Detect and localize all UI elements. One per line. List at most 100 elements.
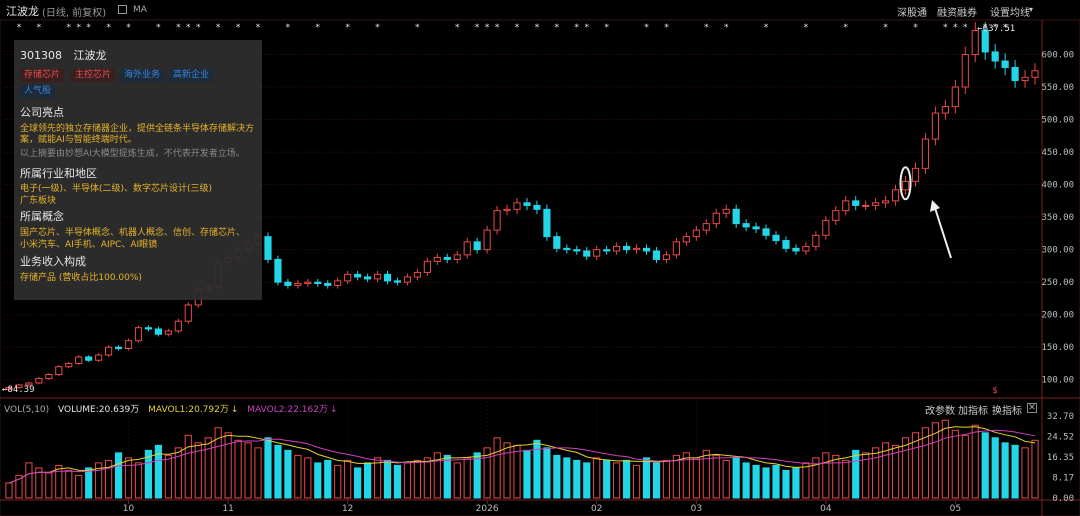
candle-body xyxy=(842,200,850,212)
candle-body xyxy=(154,328,162,335)
volume-bar xyxy=(872,447,880,499)
concepts-line1[interactable]: 国产芯片、半导体概念、机器人概念、信创、存储芯片、 xyxy=(20,228,258,239)
volume-bar xyxy=(204,437,212,499)
volume-bar xyxy=(991,437,999,499)
candle-body xyxy=(692,229,700,238)
tag-storage-chip[interactable]: 存储芯片 xyxy=(20,69,65,82)
volume-bar xyxy=(334,464,342,499)
tag-popular[interactable]: 人气股 xyxy=(20,85,56,98)
candle-body xyxy=(1001,60,1009,69)
volume-bar xyxy=(742,462,750,499)
volume-bar xyxy=(154,444,162,499)
x-tick-label: 12 xyxy=(342,504,353,514)
candle-body xyxy=(583,250,591,257)
candle-body xyxy=(642,247,651,252)
price-tick-label: 400.00 xyxy=(1041,181,1074,191)
top-marker-star: * xyxy=(943,23,948,33)
candle-body xyxy=(782,240,790,249)
volume-bar xyxy=(523,449,531,499)
top-marker-star: * xyxy=(963,23,968,33)
price-tick-label: 500.00 xyxy=(1041,116,1074,126)
candle-body xyxy=(473,241,481,251)
candle-body xyxy=(752,226,760,230)
candle-body xyxy=(573,249,581,252)
add-indicator-button[interactable]: 加指标 xyxy=(958,402,988,417)
revenue-title: 业务收入构成 xyxy=(20,255,86,268)
top-marker-star: * xyxy=(585,23,590,33)
top-marker-star: * xyxy=(67,23,72,33)
candle-body xyxy=(264,236,272,260)
candle-body xyxy=(284,281,292,286)
tag-overseas[interactable]: 海外业务 xyxy=(120,69,165,82)
volume-bar xyxy=(413,459,421,499)
top-marker-star: * xyxy=(555,23,560,33)
volume-bar xyxy=(304,457,312,499)
volume-bar xyxy=(543,447,551,499)
industry-line2[interactable]: 广东板块 xyxy=(20,196,258,207)
candle-body xyxy=(852,200,860,206)
volume-bar xyxy=(423,457,431,499)
price-tick-label: 450.00 xyxy=(1041,148,1074,158)
volume-bar xyxy=(224,432,232,499)
top-marker-star: * xyxy=(415,23,420,33)
candle-body xyxy=(891,189,900,202)
highlights-line2: 案，赋能AI与智能终端时代。 xyxy=(20,135,137,145)
top-marker-star: * xyxy=(17,23,22,33)
volume-bar xyxy=(782,469,790,499)
top-marker-star: * xyxy=(844,23,849,33)
candle-body xyxy=(364,276,372,280)
concepts-line2[interactable]: 小米汽车、AI手机、AIPC、AI眼镜 xyxy=(20,240,258,251)
volume-bar xyxy=(114,452,123,499)
candle-body xyxy=(164,330,172,335)
industry-line1[interactable]: 电子(一级)、半导体(二级)、数字芯片设计(三级) xyxy=(20,184,258,195)
candle-body xyxy=(613,245,621,252)
tag-controller-chip[interactable]: 主控芯片 xyxy=(71,69,116,82)
top-marker-star: * xyxy=(455,23,460,33)
x-tick-label: 2026 xyxy=(476,504,499,514)
top-marker-star: * xyxy=(644,23,649,33)
candle-body xyxy=(443,256,451,260)
volume-bar xyxy=(463,457,471,499)
candle-body xyxy=(991,51,999,62)
top-marker-star: * xyxy=(883,23,888,33)
candle-body xyxy=(493,210,501,231)
volume-bar xyxy=(513,444,521,499)
candle-body xyxy=(862,204,870,207)
low-price-label: ←84.39 xyxy=(2,385,35,395)
top-marker-star: * xyxy=(345,23,350,33)
candle-body xyxy=(792,247,800,252)
candle-body xyxy=(702,223,710,231)
top-marker-star: * xyxy=(704,23,709,33)
candle-body xyxy=(882,200,890,204)
modify-params-button[interactable]: 改参数 xyxy=(925,402,955,417)
volume-bar xyxy=(45,472,53,499)
candle-body xyxy=(85,356,93,361)
volume-bar xyxy=(403,462,412,499)
candle-body xyxy=(772,234,780,242)
tag-hightech[interactable]: 高新企业 xyxy=(169,69,214,82)
volume-bar xyxy=(274,444,282,499)
close-icon[interactable]: ✕ xyxy=(1027,403,1037,413)
volume-bar xyxy=(284,449,292,499)
info-header: 301308 江波龙 xyxy=(20,50,115,61)
volume-bar xyxy=(613,462,621,499)
volume-bar xyxy=(802,462,810,499)
candle-body xyxy=(762,228,770,236)
top-marker-star: * xyxy=(764,23,769,33)
volume-bar xyxy=(603,459,611,499)
candle-body xyxy=(593,249,601,257)
volume-header: VOL(5,10) VOLUME:20.639万 MAVOL1:20.792万 ↓… xyxy=(4,402,344,415)
switch-indicator-button[interactable]: 换指标 xyxy=(992,402,1022,417)
candle-body xyxy=(184,304,192,322)
top-marker-star: * xyxy=(993,23,998,33)
x-tick-label: 11 xyxy=(222,504,233,514)
volume-bar xyxy=(772,464,780,499)
volume-bar xyxy=(901,437,910,499)
vol-label[interactable]: VOL(5,10) xyxy=(4,405,49,415)
top-marker-star: * xyxy=(86,23,91,33)
candle-body xyxy=(75,356,83,364)
candle-body xyxy=(961,54,969,88)
mavol1-line xyxy=(8,426,1036,484)
volume-bar xyxy=(503,442,511,499)
volume-bar xyxy=(632,464,641,499)
